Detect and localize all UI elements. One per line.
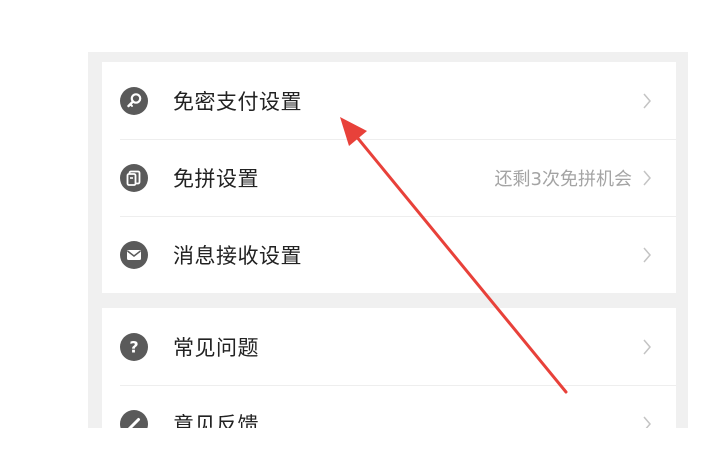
chevron-right-icon bbox=[642, 246, 652, 264]
chevron-right-icon bbox=[642, 169, 652, 187]
mail-icon bbox=[120, 240, 148, 269]
chevron-right-icon bbox=[642, 92, 652, 110]
question-icon: ? bbox=[120, 332, 148, 361]
settings-row-label: 常见问题 bbox=[173, 335, 259, 360]
settings-screen: 免密支付设置 免拼设置 还剩3次免拼机会 消息接收设置 ? 常见问题 意见反馈 bbox=[88, 52, 688, 428]
settings-row-feedback[interactable]: 意见反馈 bbox=[102, 385, 676, 428]
settings-row-group-buy-exemption[interactable]: 免拼设置 还剩3次免拼机会 bbox=[102, 139, 676, 216]
svg-text:?: ? bbox=[129, 337, 138, 356]
settings-row-label: 免密支付设置 bbox=[173, 89, 302, 114]
settings-row-label: 意见反馈 bbox=[173, 412, 259, 429]
pencil-icon bbox=[120, 409, 148, 428]
settings-row-message-receiving[interactable]: 消息接收设置 bbox=[102, 216, 676, 293]
remaining-exemptions-hint: 还剩3次免拼机会 bbox=[494, 168, 632, 190]
settings-row-label: 免拼设置 bbox=[173, 166, 259, 191]
settings-group-payment: 免密支付设置 免拼设置 还剩3次免拼机会 消息接收设置 bbox=[102, 62, 676, 293]
settings-row-faq[interactable]: ? 常见问题 bbox=[102, 308, 676, 385]
settings-group-help: ? 常见问题 意见反馈 bbox=[102, 308, 676, 428]
settings-row-password-free-payment[interactable]: 免密支付设置 bbox=[102, 62, 676, 139]
chevron-right-icon bbox=[642, 415, 652, 428]
card-icon bbox=[120, 163, 148, 192]
key-icon bbox=[120, 86, 148, 115]
chevron-right-icon bbox=[642, 338, 652, 356]
settings-row-label: 消息接收设置 bbox=[173, 243, 302, 268]
